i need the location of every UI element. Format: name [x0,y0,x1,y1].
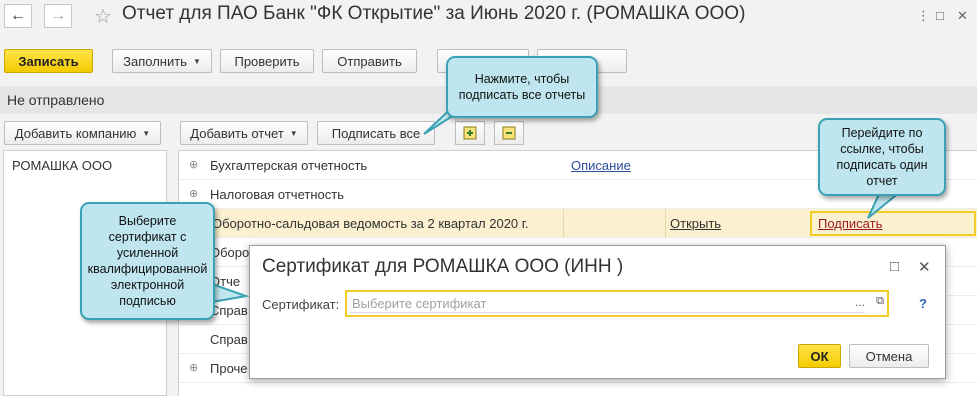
callout-sign-all: Нажмите, чтобы подписать все отчеты [446,56,598,118]
callout-tail-certificate [211,282,250,304]
callout-sign-one: Перейдите по ссылке, чтобы подписать оди… [818,118,946,196]
callout-certificate: Выберите сертификат с усиленной квалифиц… [80,202,215,320]
